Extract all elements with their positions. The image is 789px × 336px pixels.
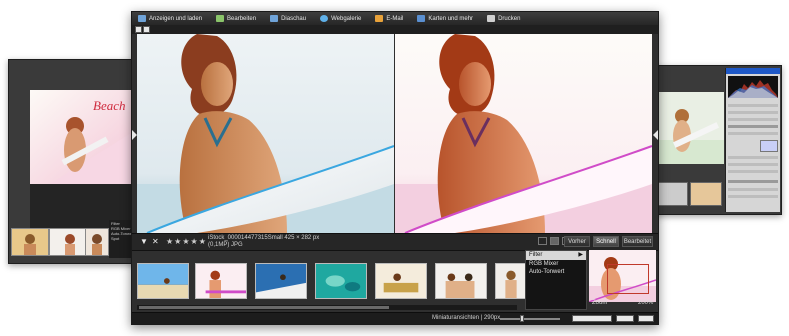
rating-stars[interactable]: ★★★★★: [166, 237, 207, 246]
panel-section-header[interactable]: [728, 125, 778, 128]
filter-dropdown-label: Filter: [529, 252, 543, 258]
menu-item-label: E-Mail: [386, 15, 404, 22]
menu-item-print[interactable]: Drucken: [487, 15, 520, 22]
printer-icon: [487, 15, 496, 22]
panel-slider[interactable]: [728, 195, 778, 198]
compare-mode-button[interactable]: [135, 26, 142, 33]
filmstrip-thumbnail[interactable]: [435, 263, 487, 299]
left-window-thumbnail[interactable]: [85, 228, 109, 256]
status-field[interactable]: [616, 315, 634, 322]
before-image-view[interactable]: [137, 34, 394, 233]
panel-slider[interactable]: [728, 104, 778, 107]
status-field[interactable]: [572, 315, 612, 322]
filter-panel: Filter ▶ RGB Mixer Auto-Tonwert: [525, 250, 587, 310]
menu-item-slideshow[interactable]: Diaschau: [270, 15, 306, 22]
thumbnail-size-slider-knob[interactable]: [520, 315, 524, 322]
filter-funnel-icon[interactable]: ▼: [140, 238, 148, 246]
filter-option-rgb-mixer[interactable]: RGB Mixer: [526, 260, 586, 268]
dropdown-arrow-icon: ▶: [578, 252, 583, 258]
left-background-window: Beach Filter RGB Mixer Auto-Tonwert Spot: [8, 59, 138, 264]
image-info-bar: ▼ ✕ ★★★★★ iStock_000014477315Small 425 ×…: [132, 233, 658, 251]
navigator-preview[interactable]: [589, 250, 656, 302]
slideshow-icon: [270, 15, 279, 22]
right-panel-titlebar: [726, 68, 780, 74]
thumbnail-filmstrip: [137, 263, 527, 303]
filmstrip-scroll-thumb[interactable]: [139, 306, 389, 309]
view-load-icon: [138, 15, 146, 22]
right-window-thumbnail[interactable]: [656, 182, 688, 206]
menu-item-cards[interactable]: Karten und mehr: [417, 15, 473, 22]
filmstrip-scrollbar[interactable]: [137, 305, 517, 310]
main-menubar: Anzeigen und laden Bearbeiten Diaschau W…: [132, 12, 658, 25]
view-toolbar: [132, 25, 658, 34]
right-background-window: [653, 65, 782, 215]
view-mode-single-icon[interactable]: [538, 237, 547, 245]
menu-item-label: Karten und mehr: [428, 15, 474, 22]
zoom-label: Zoom: [592, 300, 608, 306]
menu-item-label: Webgalerie: [331, 15, 362, 22]
right-panel-toggle-icon[interactable]: [653, 130, 658, 140]
edit-icon: [216, 15, 225, 22]
filmstrip-thumbnail[interactable]: [495, 263, 527, 299]
main-application-window: Anzeigen und laden Bearbeiten Diaschau W…: [131, 11, 659, 325]
before-mode-button[interactable]: Vorher: [564, 236, 590, 247]
navigator-viewport-frame[interactable]: [607, 264, 649, 294]
thumbnail-size-label: Miniaturansichten | 290px: [432, 315, 501, 321]
right-window-thumbnail[interactable]: [690, 182, 722, 206]
left-window-title-text: Beach: [93, 98, 126, 113]
left-window-thumbnail[interactable]: [49, 228, 87, 256]
filmstrip-thumbnail[interactable]: [195, 263, 247, 299]
filmstrip-thumbnail[interactable]: [375, 263, 427, 299]
reject-x-icon[interactable]: ✕: [152, 238, 159, 246]
menu-item-web-gallery[interactable]: Webgalerie: [320, 15, 361, 22]
left-panel-toggle-icon[interactable]: [132, 130, 137, 140]
menu-item-edit[interactable]: Bearbeiten: [216, 15, 256, 22]
menu-item-email[interactable]: E-Mail: [375, 15, 403, 22]
filmstrip-thumbnail[interactable]: [315, 263, 367, 299]
panel-slider[interactable]: [728, 132, 778, 135]
panel-option[interactable]: [728, 163, 778, 166]
filmstrip-thumbnail[interactable]: [255, 263, 307, 299]
file-info-name-size: iStock_000014477315Small 425 × 282 px: [208, 235, 320, 241]
filter-dropdown[interactable]: Filter ▶: [526, 251, 586, 260]
thumbnail-size-slider[interactable]: [500, 318, 560, 320]
left-window-thumbnail[interactable]: [11, 228, 49, 256]
single-view-button[interactable]: [143, 26, 150, 33]
menu-item-label: Bearbeiten: [227, 15, 257, 22]
email-icon: [375, 15, 384, 22]
file-info-megapixel-format: (0,1MP) JPG: [208, 242, 243, 248]
panel-slider[interactable]: [728, 118, 778, 121]
panel-option[interactable]: [728, 170, 778, 173]
status-bar: Miniaturansichten | 290px: [132, 312, 658, 324]
filter-option-auto-levels[interactable]: Auto-Tonwert: [526, 268, 586, 276]
menu-item-label: Drucken: [498, 15, 521, 22]
web-gallery-icon: [320, 15, 329, 22]
view-mode-split-icon[interactable]: [550, 237, 559, 245]
filmstrip-thumbnail[interactable]: [137, 263, 189, 299]
status-field[interactable]: [638, 315, 654, 322]
panel-option[interactable]: [728, 156, 778, 159]
color-swatch[interactable]: [760, 140, 778, 152]
histogram-chart: [728, 76, 778, 98]
panel-section-header[interactable]: [728, 180, 778, 183]
cards-icon: [417, 15, 426, 22]
edited-mode-button[interactable]: Bearbeitet: [622, 236, 653, 247]
menu-item-label: Anzeigen und laden: [149, 15, 203, 22]
panel-slider[interactable]: [728, 188, 778, 191]
panel-slider[interactable]: [728, 111, 778, 114]
menu-item-view-load[interactable]: Anzeigen und laden: [138, 15, 202, 22]
quick-mode-button[interactable]: Schnell: [593, 236, 619, 247]
right-window-preview-image: [656, 92, 724, 164]
right-adjustments-panel: [725, 68, 780, 212]
menu-item-label: Diaschau: [281, 15, 307, 22]
zoom-value: 200%: [638, 300, 654, 306]
after-image-view[interactable]: [395, 34, 652, 233]
